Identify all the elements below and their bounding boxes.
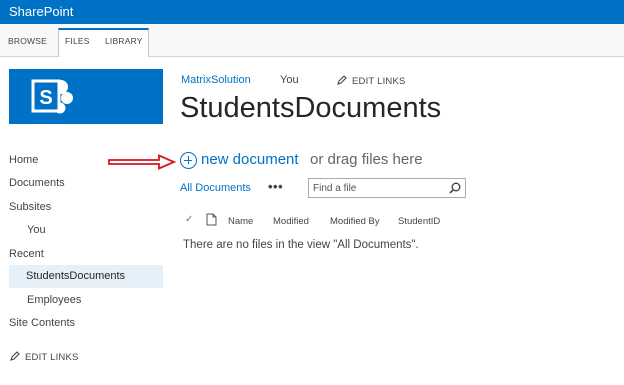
nav-item-you[interactable]: You (27, 224, 46, 236)
red-arrow-annotation (108, 154, 177, 170)
suite-bar: SharePoint (0, 0, 624, 24)
select-all-check-icon[interactable]: ✓ (185, 214, 193, 225)
plus-circle-icon[interactable] (180, 152, 197, 169)
site-logo[interactable]: S (9, 69, 163, 124)
search-icon[interactable] (449, 182, 461, 194)
edit-links-label: EDIT LINKS (352, 76, 406, 87)
svg-text:S: S (39, 87, 52, 109)
sharepoint-brand-link[interactable]: SharePoint (9, 4, 73, 19)
tab-browse[interactable]: BROWSE (8, 36, 47, 46)
view-all-documents[interactable]: All Documents (180, 182, 251, 194)
page-title: StudentsDocuments (180, 92, 442, 124)
column-header-modified[interactable]: Modified (273, 216, 309, 227)
drag-files-hint: or drag files here (310, 151, 423, 168)
empty-view-message: There are no files in the view "All Docu… (183, 239, 419, 251)
pencil-icon (337, 75, 347, 85)
edit-links-top[interactable]: EDIT LINKS (336, 75, 406, 87)
ribbon-tabs: BROWSE FILES LIBRARY (0, 24, 624, 57)
column-header-modified-by[interactable]: Modified By (330, 216, 380, 227)
site-title-link[interactable]: MatrixSolution (181, 74, 251, 86)
nav-item-documents[interactable]: Documents (9, 177, 65, 189)
search-input[interactable] (313, 181, 443, 195)
column-header-studentid[interactable]: StudentID (398, 216, 440, 227)
nav-item-studentsdocuments[interactable]: StudentsDocuments (9, 265, 163, 288)
nav-item-home[interactable]: Home (9, 154, 38, 166)
tab-files[interactable]: FILES (65, 36, 90, 46)
nav-item-site-contents[interactable]: Site Contents (9, 317, 75, 329)
tab-group-library-tools: FILES LIBRARY (58, 28, 149, 57)
tab-library[interactable]: LIBRARY (105, 36, 143, 46)
pencil-icon (10, 351, 20, 361)
more-views-button[interactable]: ••• (268, 179, 283, 194)
nav-item-label: StudentsDocuments (26, 270, 126, 282)
sharepoint-logo-icon: S (31, 79, 73, 114)
subsite-you-link[interactable]: You (280, 74, 299, 86)
nav-item-recent[interactable]: Recent (9, 248, 44, 260)
edit-links-nav[interactable]: EDIT LINKS (9, 351, 79, 363)
column-header-name[interactable]: Name (228, 216, 253, 227)
nav-item-subsites[interactable]: Subsites (9, 201, 51, 213)
edit-links-label: EDIT LINKS (25, 352, 79, 363)
nav-item-employees[interactable]: Employees (27, 294, 81, 306)
new-document-link[interactable]: new document (201, 151, 299, 168)
search-box[interactable] (308, 178, 466, 198)
document-type-icon (206, 213, 217, 226)
